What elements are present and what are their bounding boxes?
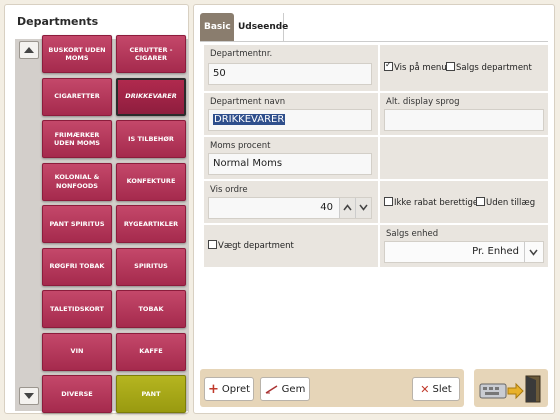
checkbox-icon bbox=[208, 240, 217, 249]
salgs-enhed-select[interactable]: Pr. Enhed bbox=[384, 241, 544, 263]
vis-paa-menu-label: Vis på menu bbox=[394, 63, 447, 73]
dropdown-arrow[interactable] bbox=[524, 242, 543, 262]
pencil-icon bbox=[265, 385, 278, 394]
gem-label: Gem bbox=[281, 383, 306, 395]
ikke-rabat-label: Ikke rabat berettiget bbox=[394, 198, 482, 208]
keyboard-exit-icon bbox=[479, 375, 541, 403]
scroll-up-button[interactable] bbox=[19, 41, 39, 59]
department-navn-cell: Department navn DRIKKEVARER bbox=[204, 93, 378, 135]
chevron-up-icon bbox=[343, 204, 352, 211]
department-button[interactable]: FRIMÆRKER UDEN MOMS bbox=[42, 120, 112, 158]
department-button[interactable]: PANT bbox=[116, 375, 186, 413]
salgs-enhed-cell: Salgs enhed Pr. Enhed bbox=[380, 225, 548, 267]
department-editor: Basic Udseende Departmentnr. 50 Vis på m… bbox=[193, 4, 555, 414]
basic-form: Departmentnr. 50 Vis på menu Salgs depar… bbox=[204, 45, 549, 271]
chevron-down-icon bbox=[24, 393, 34, 399]
tab-basic[interactable]: Basic bbox=[200, 13, 234, 41]
chevron-down-icon bbox=[359, 204, 368, 211]
scroll-track bbox=[15, 39, 45, 411]
alt-display-input[interactable] bbox=[384, 109, 544, 131]
departments-title: Departments bbox=[17, 15, 99, 28]
exit-button[interactable] bbox=[474, 369, 548, 407]
department-nr-cell: Departmentnr. 50 bbox=[204, 45, 378, 91]
vaegt-checkbox[interactable]: Vægt department bbox=[208, 240, 294, 251]
department-button[interactable]: RYGEARTIKLER bbox=[116, 205, 186, 243]
department-button[interactable]: CERUTTER - CIGARER bbox=[116, 35, 186, 73]
salgs-enhed-value: Pr. Enhed bbox=[472, 246, 519, 257]
department-button[interactable]: KOLONIAL & NONFOODS bbox=[42, 162, 112, 201]
vis-ordre-cell: Vis ordre 40 bbox=[204, 181, 378, 223]
chevron-down-icon bbox=[529, 249, 538, 256]
checkbox-icon bbox=[476, 197, 485, 206]
department-button[interactable]: PANT SPIRITUS bbox=[42, 205, 112, 243]
rabat-options-cell: Ikke rabat berettiget Uden tillæg bbox=[380, 181, 548, 223]
vis-paa-menu-checkbox[interactable]: Vis på menu bbox=[384, 60, 447, 73]
tab-divider bbox=[200, 41, 548, 42]
action-bar: + Opret Gem ✕ Slet bbox=[200, 369, 464, 407]
department-navn-input[interactable]: DRIKKEVARER bbox=[208, 109, 372, 131]
plus-icon: + bbox=[207, 381, 219, 397]
ikke-rabat-checkbox[interactable]: Ikke rabat berettiget bbox=[384, 197, 482, 208]
empty-cell bbox=[380, 137, 548, 179]
department-navn-label: Department navn bbox=[210, 97, 286, 107]
vaegt-label: Vægt department bbox=[218, 241, 294, 251]
chevron-up-icon bbox=[24, 47, 34, 53]
department-button[interactable]: BUSKORT UDEN MOMS bbox=[42, 35, 112, 73]
uden-tillaeg-label: Uden tillæg bbox=[486, 198, 536, 208]
department-navn-value: DRIKKEVARER bbox=[213, 114, 286, 125]
department-button[interactable]: DIVERSE bbox=[42, 375, 112, 413]
opret-button[interactable]: + Opret bbox=[204, 377, 254, 401]
opret-label: Opret bbox=[221, 383, 251, 395]
vis-ordre-label: Vis ordre bbox=[210, 185, 248, 195]
salgs-department-label: Salgs department bbox=[456, 63, 532, 73]
moms-select[interactable]: Normal Moms bbox=[208, 153, 372, 175]
salgs-enhed-label: Salgs enhed bbox=[386, 229, 439, 239]
checkbox-checked-icon bbox=[384, 60, 393, 71]
gem-button[interactable]: Gem bbox=[260, 377, 310, 401]
department-button[interactable]: TALETIDSKORT bbox=[42, 290, 112, 328]
department-button[interactable]: RØGFRI TOBAK bbox=[42, 247, 112, 286]
slet-button[interactable]: ✕ Slet bbox=[412, 377, 460, 401]
department-button[interactable]: DRIKKEVARER bbox=[116, 77, 186, 116]
department-nr-input[interactable]: 50 bbox=[208, 63, 372, 85]
alt-display-cell: Alt. display sprog bbox=[380, 93, 548, 135]
slet-label: Slet bbox=[432, 383, 452, 395]
menu-options-cell: Vis på menu Salgs department bbox=[380, 45, 548, 91]
scroll-down-button[interactable] bbox=[19, 387, 39, 405]
vaegt-cell: Vægt department bbox=[204, 225, 378, 267]
department-nr-label: Departmentnr. bbox=[210, 49, 273, 59]
checkbox-icon bbox=[446, 62, 455, 71]
vis-ordre-input[interactable]: 40 bbox=[208, 197, 372, 219]
department-button[interactable]: CIGARETTER bbox=[42, 77, 112, 116]
moms-label: Moms procent bbox=[210, 141, 271, 151]
alt-display-label: Alt. display sprog bbox=[386, 97, 460, 107]
department-button[interactable]: IS TILBEHØR bbox=[116, 120, 186, 158]
department-button[interactable]: SPIRITUS bbox=[116, 247, 186, 286]
tab-udseende[interactable]: Udseende bbox=[234, 13, 288, 41]
decrement-button[interactable] bbox=[355, 198, 371, 218]
department-button[interactable]: KAFFE bbox=[116, 332, 186, 371]
department-button[interactable]: VIN bbox=[42, 332, 112, 371]
department-button[interactable]: TOBAK bbox=[116, 290, 186, 328]
moms-cell: Moms procent Normal Moms bbox=[204, 137, 378, 179]
increment-button[interactable] bbox=[339, 198, 355, 218]
uden-tillaeg-checkbox[interactable]: Uden tillæg bbox=[476, 197, 536, 208]
departments-panel: Departments BUSKORT UDEN MOMS CERUTTER - … bbox=[4, 4, 189, 414]
department-button[interactable]: KONFEKTURE bbox=[116, 162, 186, 201]
delete-icon: ✕ bbox=[420, 382, 430, 396]
salgs-department-checkbox[interactable]: Salgs department bbox=[446, 62, 532, 73]
vis-ordre-value: 40 bbox=[320, 202, 333, 213]
checkbox-icon bbox=[384, 197, 393, 206]
